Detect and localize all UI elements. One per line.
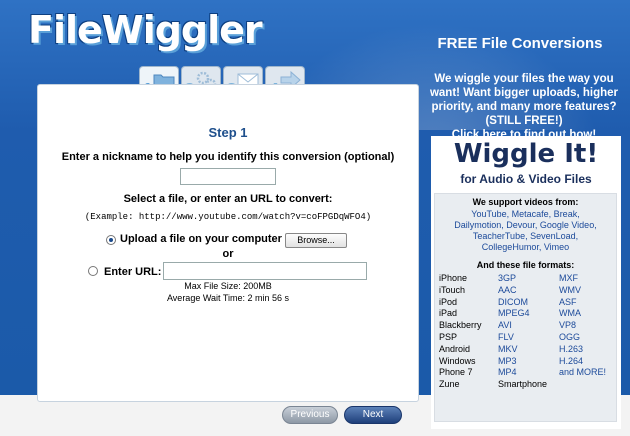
device-item: Windows [439,355,476,366]
upload-label: Upload a file on your computer [120,233,282,245]
video-sites-line: CollegeHumor, Vimeo [481,242,570,252]
format-item: MP4 [498,367,517,378]
format-item: ASF [559,296,577,307]
browse-button[interactable]: Browse... [285,233,347,248]
video-sites-line: Dailymotion, Devour, Google Video, [454,220,597,230]
page: FileWiggler FREE File Conversions We wig… [0,0,630,436]
format-item: AAC [498,284,517,295]
supported-formats-box: We support videos from: YouTube, Metacaf… [434,193,617,422]
format-item: and MORE! [559,367,607,378]
wiggle-title: Wiggle It! [453,139,599,169]
step-title: Step 1 [208,125,248,140]
wiggle-subtitle: for Audio & Video Files [460,172,592,186]
format-item: MP3 [498,355,517,366]
device-item: Blackberry [439,320,482,331]
format-item: VP8 [559,320,577,331]
or-label: or [222,248,234,260]
promo-line: priority, and many more features? [431,101,617,113]
format-item: H.264 [559,355,584,366]
device-item: Zune [439,379,460,390]
select-file-label: Select a file, or enter an URL to conver… [123,193,333,205]
format-item: 3GP [498,273,517,283]
example-url: (Example: http://www.youtube.com/watch?v… [84,212,372,222]
next-button[interactable]: Next [344,406,402,424]
device-item: iPhone [439,273,468,283]
format-item: OGG [559,331,581,342]
video-sites: YouTube, Metacafe, Break, Dailymotion, D… [435,209,616,253]
device-item: iPad [439,308,458,319]
nickname-input[interactable] [180,168,276,185]
formats-column-2: 3GP AAC DICOM MPEG4 AVI FLV MKV MP3 MP4 … [498,273,547,391]
conversion-form-panel: Step 1 Enter a nickname to help you iden… [37,84,419,402]
device-item: Phone 7 [439,367,473,378]
device-item: PSP [439,331,458,342]
format-item: DICOM [498,296,528,307]
wiggle-it-panel: Wiggle It! for Audio & Video Files We su… [431,136,621,429]
video-sites-line: TeacherTube, SevenLoad, [472,231,579,241]
format-item: MKV [498,343,518,354]
logo: FileWiggler [28,8,263,52]
format-item: FLV [498,331,514,342]
url-radio[interactable] [88,266,98,276]
promo-line: We wiggle your files the way you [434,73,614,85]
device-item: iTouch [439,284,466,295]
format-item: AVI [498,320,512,331]
device-item: Android [439,343,471,354]
device-item: iPod [439,296,458,307]
promo-line: (STILL FREE!) [485,115,563,127]
url-input[interactable] [163,262,367,280]
previous-button[interactable]: Previous [282,406,338,424]
formats-column-3: MXF WMV ASF WMA VP8 OGG H.263 H.264 and … [559,273,606,379]
devices-column: iPhone iTouch iPod iPad Blackberry PSP A… [439,273,482,391]
format-item: WMV [559,284,581,295]
url-label: Enter URL: [104,266,162,278]
format-item: WMA [559,308,581,319]
format-item: MXF [559,273,578,283]
max-file-size: Max File Size: 200MB [184,281,272,291]
format-item: H.263 [559,343,584,354]
format-item: Smartphone [498,379,548,390]
tagline: FREE File Conversions [437,35,603,52]
nickname-label: Enter a nickname to help you identify th… [61,151,395,163]
promo-text: We wiggle your files the way you want! W… [425,72,623,142]
format-item: MPEG4 [498,308,530,319]
average-wait-time: Average Wait Time: 2 min 56 s [166,293,290,303]
formats-heading: And these file formats: [476,260,575,270]
upload-radio[interactable] [106,235,116,245]
promo-line: want! Want bigger uploads, higher [429,87,619,99]
videos-heading: We support videos from: [472,197,579,207]
video-sites-line: YouTube, Metacafe, Break, [471,209,580,219]
